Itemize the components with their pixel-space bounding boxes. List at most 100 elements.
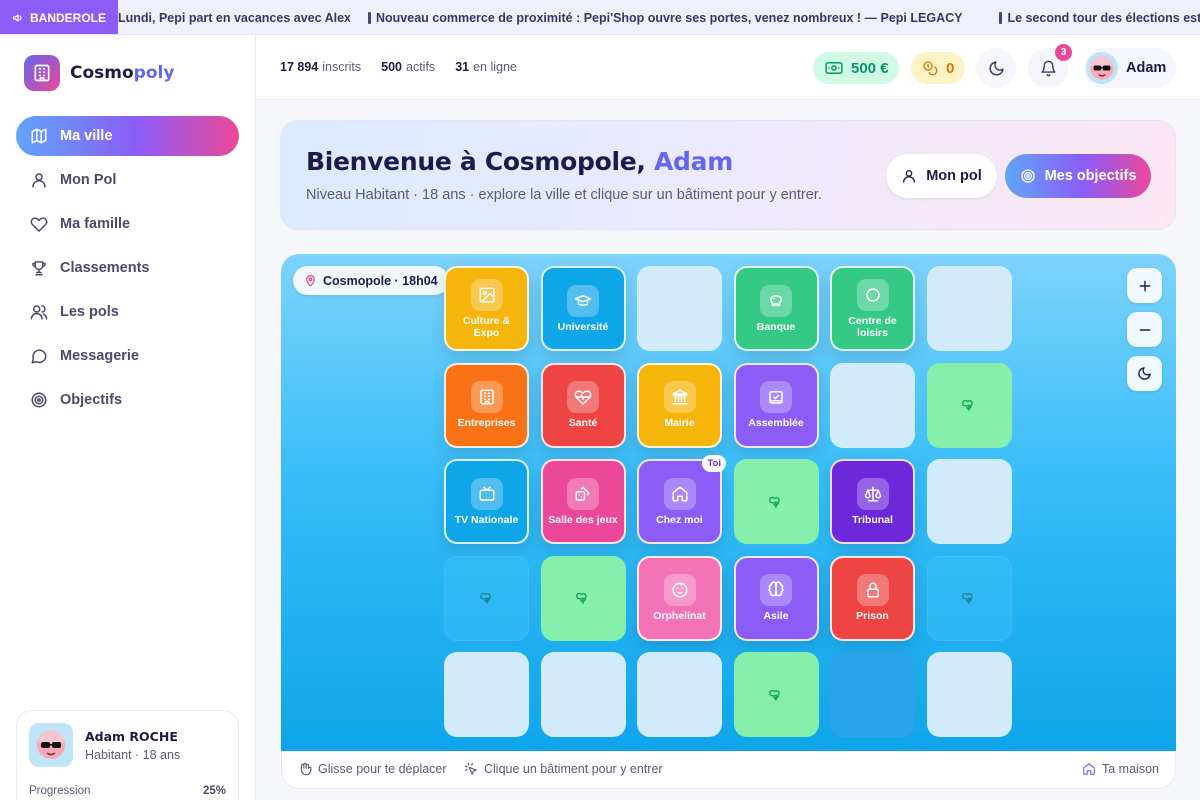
message-icon	[31, 349, 47, 364]
map-location-badge: Cosmopole · 18h04	[293, 266, 449, 295]
nav-item-les-pols[interactable]: Les pols	[16, 292, 239, 332]
dark-mode-toggle[interactable]	[976, 48, 1016, 88]
building-sante[interactable]: Santé	[540, 362, 626, 448]
coins-balance[interactable]: 0	[911, 52, 965, 84]
zoom-out-button[interactable]	[1127, 312, 1162, 347]
nav-item-messagerie[interactable]: Messagerie	[16, 336, 239, 376]
building-centre-de-loisirs[interactable]: Centre de loisirs	[830, 266, 915, 351]
building-label: Chez moi	[656, 513, 703, 526]
click-hint: Clique un bâtiment pour y entrer	[464, 762, 663, 776]
empty-lot-tile	[637, 266, 722, 351]
building-tribunal[interactable]: Tribunal	[830, 459, 915, 544]
building-banque[interactable]: Banque	[733, 266, 819, 351]
mes-objectifs-button[interactable]: Mes objectifs	[1005, 154, 1151, 198]
nav-item-ma-ville[interactable]: Ma ville	[16, 116, 239, 156]
empty-lot-tile	[926, 652, 1012, 737]
image-icon	[470, 278, 503, 311]
city-map[interactable]: Cosmopole · 18h04 Culture & Expo Universi…	[281, 254, 1176, 751]
building-culture-expo[interactable]: Culture & Expo	[444, 266, 529, 351]
notifications-button[interactable]: 3	[1028, 44, 1072, 88]
building-label: Prison	[856, 610, 889, 622]
banner-tag: BANDEROLE	[0, 0, 118, 34]
profile-subtitle: Habitant · 18 ans	[85, 747, 181, 762]
empty-lot-tile	[444, 652, 529, 737]
users-icon	[30, 305, 48, 320]
building-tv-nationale[interactable]: TV Nationale	[444, 459, 529, 544]
night-mode-button[interactable]	[1127, 356, 1162, 391]
welcome-subtitle: Niveau Habitant · 18 ans · explore la vi…	[306, 187, 822, 203]
nav-item-objectifs[interactable]: Objectifs	[16, 380, 239, 420]
nav-item-classements[interactable]: Classements	[16, 248, 239, 288]
building-salle-des-jeux[interactable]: Salle des jeux	[540, 459, 626, 544]
building-label: TV Nationale	[454, 513, 519, 526]
building-label: Centre de loisirs	[848, 314, 897, 339]
you-badge: Toi	[702, 455, 726, 472]
building-label: Entreprises	[457, 417, 516, 429]
building-label: Asile	[763, 610, 789, 622]
user-menu[interactable]: Adam	[1084, 48, 1176, 88]
building-chez-moi[interactable]: Chez moi Toi	[637, 455, 726, 544]
banner-item: Nouveau commerce de proximité : Pepi'Sho…	[368, 11, 962, 25]
park-tile	[926, 362, 1012, 448]
building-label: Santé	[568, 417, 598, 429]
user-icon	[32, 173, 46, 188]
stat-actifs: 500 actifs	[381, 60, 436, 74]
tree-icon	[574, 589, 592, 607]
coins-icon	[923, 61, 938, 76]
top-header: 17 894 inscrits 500 actifs 31 en ligne 500 …	[256, 35, 1200, 100]
empty-lot-tile	[540, 652, 626, 737]
mon-pol-button[interactable]: Mon pol	[886, 154, 997, 198]
sidebar: Cosmopoly Ma ville Mon Pol Ma famille Cl…	[0, 35, 256, 800]
brain-icon	[760, 574, 792, 606]
building-mairie[interactable]: Mairie	[637, 362, 722, 448]
building-asile[interactable]: Asile	[733, 555, 819, 641]
home-link[interactable]: Ta maison	[1082, 762, 1159, 776]
player-stats: 17 894 inscrits 500 actifs 31 en ligne	[280, 60, 517, 74]
notification-count: 3	[1055, 44, 1072, 61]
zoom-in-button[interactable]	[1127, 268, 1162, 303]
moon-icon	[1138, 367, 1151, 380]
tree-icon	[767, 493, 785, 511]
circle-icon	[856, 278, 889, 311]
building-orphelinat[interactable]: Orphelinat	[637, 555, 722, 641]
park-tile	[926, 555, 1012, 641]
empty-lot-tile	[830, 362, 915, 448]
welcome-card: Bienvenue à Cosmopole, Adam Niveau Habit…	[280, 120, 1176, 230]
building-label: Banque	[756, 320, 796, 333]
plus-icon	[1139, 280, 1150, 291]
building-prison[interactable]: Prison	[830, 555, 915, 641]
building-icon	[470, 381, 503, 413]
building-label: Mairie	[664, 417, 695, 429]
money-balance[interactable]: 500 €	[813, 52, 899, 84]
piggy-bank-icon	[760, 284, 792, 317]
park-tile	[733, 652, 819, 737]
tree-icon	[960, 589, 978, 607]
building-label: Salle des jeux	[548, 513, 618, 526]
map-pin-icon	[306, 274, 315, 287]
building-universite[interactable]: Université	[540, 266, 626, 351]
progress-value: 25%	[202, 785, 226, 797]
banner-item: Le second tour des élections est en cour…	[999, 11, 1200, 25]
tree-icon	[478, 589, 496, 607]
building-label: Assemblée	[748, 417, 804, 429]
tree-icon	[767, 686, 785, 704]
nav-item-ma-famille[interactable]: Ma famille	[16, 204, 239, 244]
stat-en-ligne: 31 en ligne	[455, 60, 517, 74]
pointer-click-icon	[464, 762, 477, 775]
heart-pulse-icon	[567, 381, 599, 413]
park-tile	[540, 555, 626, 641]
avatar	[1086, 52, 1118, 84]
profile-card[interactable]: Adam ROCHE Habitant · 18 ans Progression…	[16, 710, 239, 800]
heart-icon	[30, 217, 48, 232]
building-assemblee[interactable]: Assemblée	[733, 362, 819, 448]
tree-icon	[960, 396, 978, 414]
empty-lot-tile	[926, 459, 1012, 544]
progress-label: Progression	[29, 785, 91, 797]
empty-lot-tile	[637, 652, 722, 737]
building-label: Orphelinat	[653, 610, 706, 622]
nav-item-mon-pol[interactable]: Mon Pol	[16, 160, 239, 200]
dice-icon	[567, 477, 599, 510]
user-icon	[903, 170, 916, 183]
building-entreprises[interactable]: Entreprises	[444, 362, 529, 448]
app-logo[interactable]: Cosmopoly	[24, 55, 174, 91]
